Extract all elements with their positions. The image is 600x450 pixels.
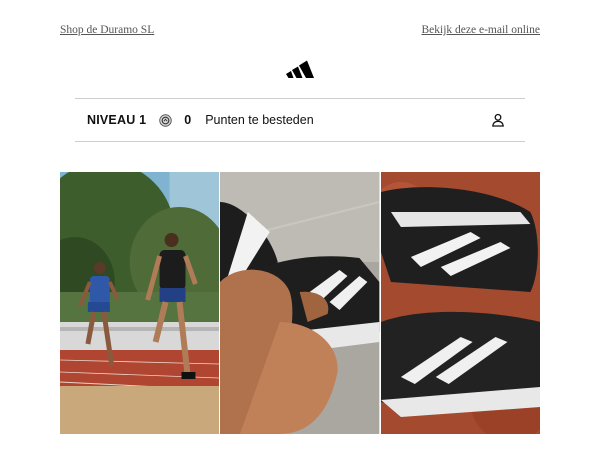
points-label: Punten te besteden [205, 113, 314, 127]
points-coin-icon [159, 113, 172, 127]
points-value: 0 [184, 113, 192, 127]
adidas-logo-icon[interactable] [286, 60, 314, 78]
level-label: NIVEAU 1 [87, 113, 147, 127]
shoes-on-track-photo [380, 172, 540, 434]
email-header-links: Shop de Duramo SL Bekijk deze e-mail onl… [60, 24, 540, 36]
tying-shoe-photo [220, 172, 380, 434]
user-account-icon[interactable] [491, 113, 505, 127]
runners-on-track-photo [60, 172, 220, 434]
shop-duramo-link[interactable]: Shop de Duramo SL [60, 24, 154, 36]
loyalty-status-bar: NIVEAU 1 0 Punten te besteden [75, 98, 525, 142]
hero-image-collage[interactable] [60, 172, 540, 434]
view-email-online-link[interactable]: Bekijk deze e-mail online [422, 24, 540, 36]
